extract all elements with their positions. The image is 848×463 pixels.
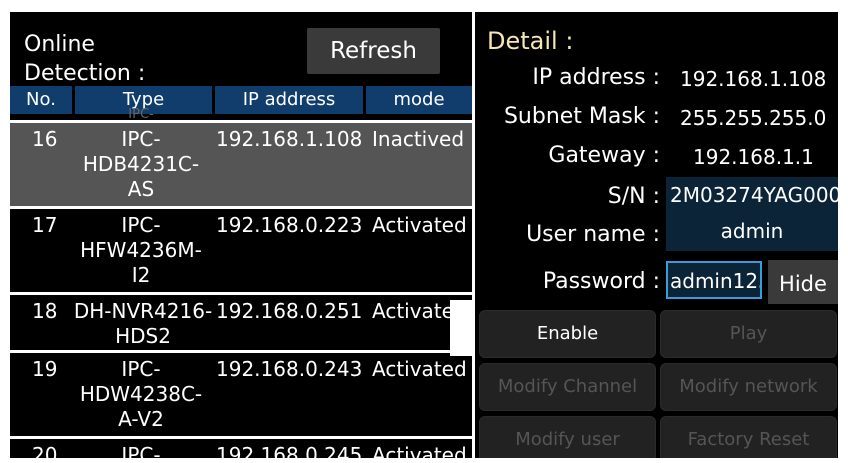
cell-mode: Inactived [372,127,465,151]
overlay-block [450,300,473,356]
cell-mode: Activated [372,213,467,237]
panel-bottom-border [10,458,472,461]
table-row[interactable]: 18 DH-NVR4216- HDS2 192.168.0.251 Activa… [10,292,472,350]
subnet-mask-label: Subnet Mask : [503,104,660,129]
cell-ip: 192.168.0.251 [216,299,363,323]
factory-reset-button[interactable]: Factory Reset [660,416,837,461]
ip-value: 192.168.1.108 [680,67,827,91]
refresh-button[interactable]: Refresh [307,28,440,74]
modify-network-button[interactable]: Modify network [660,363,837,411]
column-header-mode[interactable]: mode [366,86,472,114]
cell-type: IPC- HDW4238C- A-V2 [79,357,203,431]
table-row[interactable]: 19 IPC- HDW4238C- A-V2 192.168.0.243 Act… [10,350,472,436]
password-label: Password : [542,269,660,294]
cell-ip: 192.168.1.108 [216,127,363,151]
cell-no: 17 [32,213,58,237]
cell-mode: Activated [372,357,467,381]
header-underline: IPC- [10,107,472,122]
cell-no: 19 [32,357,58,381]
column-header-ip[interactable]: IP address [215,86,363,114]
ip-label: IP address : [532,65,660,90]
serial-number-field[interactable]: 2M03274YAG000 [666,177,838,215]
modify-user-button[interactable]: Modify user [479,416,656,461]
detail-panel: Detail : IP address : 192.168.1.108 Subn… [475,12,838,461]
online-detection-panel: Online Detection : Refresh No. Type IP a… [10,12,472,461]
cell-no: 18 [32,299,58,323]
cell-ip: 192.168.0.243 [216,357,363,381]
play-button[interactable]: Play [660,310,837,358]
table-row[interactable]: 16 IPC- HDB4231C- AS 192.168.1.108 Inact… [10,120,472,206]
panel-right-border [838,12,840,461]
serial-number-label: S/N : [607,184,660,209]
password-field[interactable]: admin123 [666,261,762,299]
cell-type: IPC- HDB4231C- AS [82,127,200,201]
user-name-field[interactable]: admin [666,213,838,251]
cell-no: 16 [32,127,58,151]
cell-ip: 192.168.0.223 [216,213,363,237]
modify-channel-button[interactable]: Modify Channel [479,363,656,411]
gateway-label: Gateway : [548,143,660,168]
panel-title: Online Detection : [24,32,146,86]
column-header-no[interactable]: No. [10,86,72,114]
cell-type: DH-NVR4216- HDS2 [73,299,213,348]
detail-title: Detail : [487,27,574,55]
app-window: Online Detection : Refresh No. Type IP a… [0,0,848,463]
cell-type: IPC- HFW4236M- I2 [80,213,202,287]
subnet-mask-value: 255.255.255.0 [680,106,827,130]
enable-button[interactable]: Enable [479,310,656,358]
panel-bottom-border [475,458,838,461]
hide-password-button[interactable]: Hide [768,260,838,304]
user-name-label: User name : [526,222,660,247]
gateway-value: 192.168.1.1 [693,145,814,169]
device-list[interactable]: 16 IPC- HDB4231C- AS 192.168.1.108 Inact… [10,120,472,461]
table-row[interactable]: 17 IPC- HFW4236M- I2 192.168.0.223 Activ… [10,206,472,292]
